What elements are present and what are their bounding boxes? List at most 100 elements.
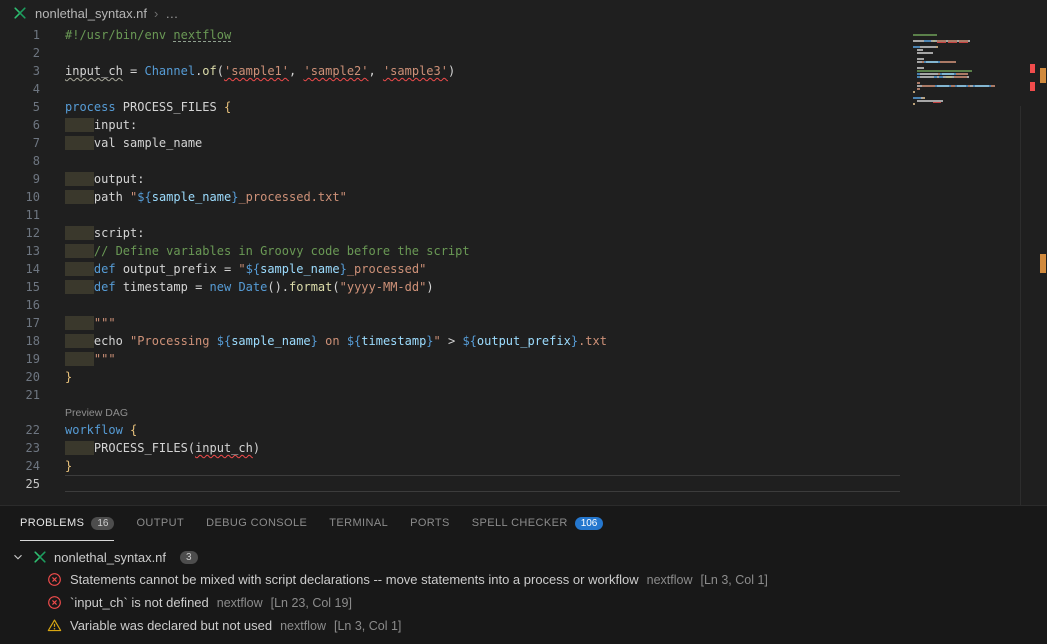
error-icon xyxy=(46,572,62,588)
code-line[interactable]: 11 xyxy=(0,206,1047,224)
line-content: workflow { xyxy=(65,421,137,439)
code-line[interactable]: 3input_ch = Channel.of('sample1', 'sampl… xyxy=(0,62,1047,80)
code-line[interactable]: 19 """ xyxy=(0,350,1047,368)
code-token: " xyxy=(238,262,245,276)
code-token: "Processing xyxy=(130,334,217,348)
code-line[interactable]: 4 xyxy=(0,80,1047,98)
minimap-seg xyxy=(937,85,949,87)
code-token: } xyxy=(65,370,72,384)
code-line[interactable]: 22 workflow { xyxy=(0,421,1047,439)
code-line[interactable]: 5process PROCESS_FILES { xyxy=(0,98,1047,116)
chevron-down-icon[interactable] xyxy=(10,549,26,565)
code-line[interactable]: 1#!/usr/bin/env nextflow xyxy=(0,26,1047,44)
line-content: input_ch = Channel.of('sample1', 'sample… xyxy=(65,62,455,80)
code-token: sample_name xyxy=(152,190,231,204)
error-icon xyxy=(46,595,62,611)
minimap-seg xyxy=(920,73,938,75)
minimap-seg xyxy=(923,97,925,99)
line-content: PROCESS_FILES(input_ch) xyxy=(65,439,260,457)
minimap-seg xyxy=(936,46,938,48)
minimap-line xyxy=(913,100,1031,102)
line-number: 11 xyxy=(0,206,40,224)
code-token: _processed" xyxy=(347,262,426,276)
minimap[interactable] xyxy=(913,34,1031,109)
minimap-seg xyxy=(913,97,921,99)
code-line[interactable]: 14 def output_prefix = "${sample_name}_p… xyxy=(0,260,1047,278)
indent-guide-highlight xyxy=(65,334,94,348)
code-token: input_ch xyxy=(195,441,253,455)
line-number: 16 xyxy=(0,296,40,314)
minimap-line xyxy=(913,61,1031,63)
code-token: new xyxy=(210,280,232,294)
code-line[interactable]: 16 xyxy=(0,296,1047,314)
minimap-line xyxy=(913,97,1031,99)
tab-problems[interactable]: PROBLEMS16 xyxy=(20,506,114,541)
code-line[interactable]: 2 xyxy=(0,44,1047,62)
minimap-seg xyxy=(933,100,941,102)
tab-debug-console[interactable]: DEBUG CONSOLE xyxy=(206,506,307,541)
tab-spell-checker[interactable]: SPELL CHECKER106 xyxy=(472,506,604,541)
code-line[interactable]: 17 """ xyxy=(0,314,1047,332)
line-content: """ xyxy=(65,314,116,332)
code-token: = xyxy=(123,64,145,78)
tab-ports[interactable]: PORTS xyxy=(410,506,450,541)
minimap-seg xyxy=(917,88,920,90)
code-line[interactable]: 24} xyxy=(0,457,1047,475)
minimap-seg xyxy=(913,103,915,105)
code-line[interactable]: 20} xyxy=(0,368,1047,386)
code-line[interactable]: 6 input: xyxy=(0,116,1047,134)
code-token: 'sample1' xyxy=(224,64,289,78)
tab-terminal[interactable]: TERMINAL xyxy=(329,506,388,541)
minimap-seg xyxy=(937,40,946,42)
line-number: 10 xyxy=(0,188,40,206)
code-token: of xyxy=(202,64,216,78)
code-line[interactable]: 13 // Define variables in Groovy code be… xyxy=(0,242,1047,260)
problem-row[interactable]: `input_ch` is not definednextflow[Ln 23,… xyxy=(0,591,1047,614)
overview-ruler-mark xyxy=(1040,254,1046,273)
code-token: def xyxy=(94,262,116,276)
breadcrumb-more[interactable]: … xyxy=(165,6,178,21)
problem-message: Statements cannot be mixed with script d… xyxy=(70,572,639,587)
minimap-seg xyxy=(948,40,957,42)
minimap-seg xyxy=(917,67,924,69)
minimap-line xyxy=(913,70,1031,72)
code-line[interactable]: 7 val sample_name xyxy=(0,134,1047,152)
code-line[interactable]: 18 echo "Processing ${sample_name} on ${… xyxy=(0,332,1047,350)
code-token: ${ xyxy=(246,262,260,276)
current-line-highlight xyxy=(65,475,900,492)
breadcrumb-separator-icon: › xyxy=(154,6,158,21)
line-number: 13 xyxy=(0,242,40,260)
codelens-preview-dag[interactable]: Preview DAG xyxy=(65,407,128,419)
line-number: 24 xyxy=(0,457,40,475)
code-token: } xyxy=(340,262,347,276)
problem-row[interactable]: Variable was declared but not usednextfl… xyxy=(0,614,1047,637)
line-content: } xyxy=(65,457,72,475)
problem-message: Variable was declared but not used xyxy=(70,618,272,633)
code-line[interactable]: 8 xyxy=(0,152,1047,170)
minimap-seg xyxy=(924,40,931,42)
minimap-seg xyxy=(913,34,929,36)
problems-file-group[interactable]: nonlethal_syntax.nf 3 xyxy=(0,546,1047,568)
code-line[interactable]: 10 path "${sample_name}_processed.txt" xyxy=(0,188,1047,206)
code-line[interactable]: 12 script: xyxy=(0,224,1047,242)
line-number: 18 xyxy=(0,332,40,350)
breadcrumb-filename[interactable]: nonlethal_syntax.nf xyxy=(35,6,147,21)
line-number: 14 xyxy=(0,260,40,278)
code-token: output_prefix = xyxy=(116,262,239,276)
tab-output[interactable]: OUTPUT xyxy=(136,506,184,541)
code-line[interactable]: 15 def timestamp = new Date().format("yy… xyxy=(0,278,1047,296)
code-token: // Define variables in Groovy code befor… xyxy=(94,244,470,258)
code-line[interactable]: 25 xyxy=(0,475,1047,493)
minimap-seg xyxy=(920,46,936,48)
code-line[interactable]: 23 PROCESS_FILES(input_ch) xyxy=(0,439,1047,457)
indent-guide-highlight xyxy=(65,226,94,240)
minimap-seg xyxy=(956,73,968,75)
scrollbar-separator xyxy=(1020,106,1021,505)
code-line[interactable]: 21 xyxy=(0,386,1047,404)
code-token: } xyxy=(65,459,72,473)
code-line[interactable]: 9 output: xyxy=(0,170,1047,188)
problem-row[interactable]: Statements cannot be mixed with script d… xyxy=(0,568,1047,591)
minimap-seg xyxy=(991,85,995,87)
code-token: def xyxy=(94,280,116,294)
line-number: 22 xyxy=(0,421,40,439)
